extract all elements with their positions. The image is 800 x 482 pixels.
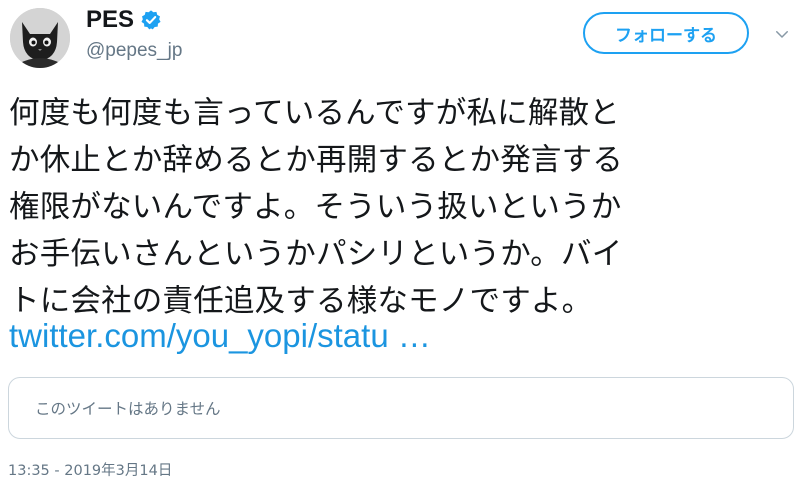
tweet-timestamp[interactable]: 13:35 - 2019年3月14日: [8, 459, 172, 480]
verified-badge-icon: [141, 10, 161, 30]
tweet-text-line: 何度も何度も言っているんですが私に解散と: [9, 96, 620, 131]
tweet-text: 何度も何度も言っているんですが私に解散と か休止とか辞めるとか再開するとか発言す…: [9, 90, 794, 325]
author-name-row: PES: [86, 6, 162, 34]
tweet-card: PES @pepes_jp フォローする 何度も何度も言っているんですが私に解散…: [0, 0, 800, 482]
black-cat-avatar-icon: [10, 8, 70, 68]
tweet-text-line: か休止とか辞めるとか再開するとか発言する: [9, 143, 623, 178]
tweet-text-line: 権限がないんですよ。そういう扱いというか: [9, 190, 622, 225]
quoted-tweet-message: このツイートはありません: [35, 400, 221, 418]
avatar[interactable]: [10, 8, 70, 68]
quoted-tweet-unavailable[interactable]: このツイートはありません: [8, 377, 794, 439]
tweet-text-line: お手伝いさんというかパシリというか。バイ: [9, 237, 623, 272]
tweet-link[interactable]: twitter.com/you_yopi/statu …: [9, 317, 431, 355]
more-options-button[interactable]: [770, 22, 794, 46]
user-handle[interactable]: @pepes_jp: [86, 40, 182, 62]
display-name[interactable]: PES: [86, 6, 134, 34]
chevron-down-icon: [776, 31, 788, 38]
follow-button[interactable]: フォローする: [583, 12, 749, 54]
